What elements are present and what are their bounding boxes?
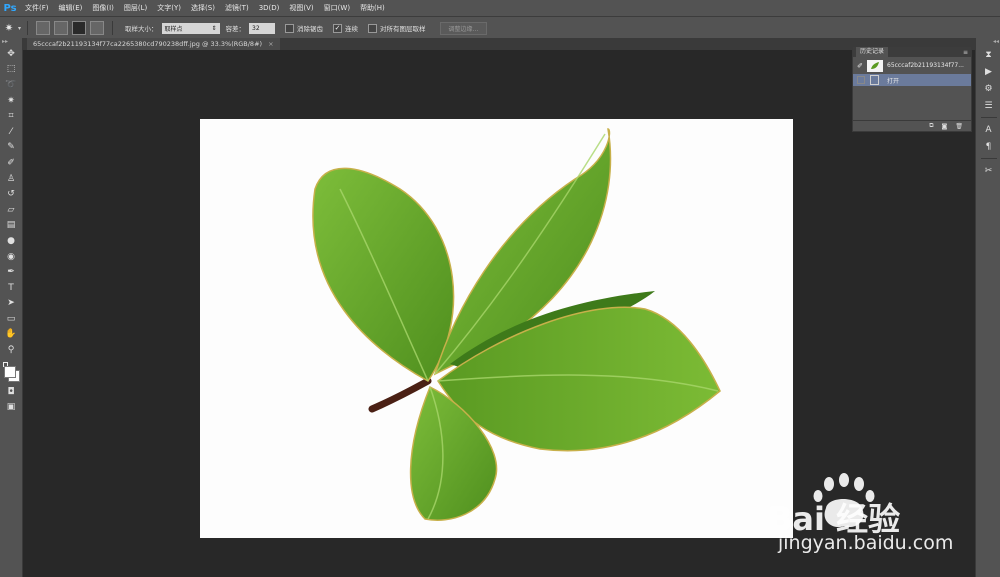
panel-menu-icon[interactable]: ≡ xyxy=(963,49,968,56)
paragraph-panel-icon[interactable]: ¶ xyxy=(976,138,1000,155)
add-to-selection-button[interactable] xyxy=(54,21,69,35)
crop-icon[interactable]: ⌗ xyxy=(0,108,22,124)
magic-wand-icon[interactable]: ✷ xyxy=(0,93,22,109)
sample-all-layers-checkbox[interactable] xyxy=(368,23,378,33)
document-tab-title: 65cccaf2b21193134f77ca2265380cd790238dff… xyxy=(33,40,263,48)
menu-image[interactable]: 图像(I) xyxy=(87,3,119,13)
tolerance-input[interactable]: 32 xyxy=(249,22,276,34)
divider xyxy=(980,117,997,118)
brush-icon[interactable]: ✐ xyxy=(0,155,22,171)
snapshot-label: 65cccaf2b21193134f77... xyxy=(887,62,964,69)
new-document-from-state-icon[interactable]: ⧉ xyxy=(929,122,933,130)
lasso-icon[interactable]: ➰ xyxy=(0,77,22,93)
document-tab[interactable]: 65cccaf2b21193134f77ca2265380cd790238dff… xyxy=(27,38,280,50)
history-panel-footer: ⧉ ◙ 🗑 xyxy=(853,120,971,131)
antialias-label: 消除锯齿 xyxy=(297,25,324,33)
menu-edit[interactable]: 编辑(E) xyxy=(54,3,88,13)
properties-panel-icon[interactable]: ☰ xyxy=(976,97,1000,114)
divider xyxy=(112,21,114,35)
divider xyxy=(27,21,29,35)
history-snapshot-row[interactable]: ✐ 65cccaf2b21193134f77... xyxy=(853,57,971,74)
menu-type[interactable]: 文字(Y) xyxy=(152,3,186,13)
healing-brush-icon[interactable]: ✎ xyxy=(0,140,22,156)
camera-icon[interactable]: ◙ xyxy=(942,123,948,130)
refine-edge-button[interactable]: 调整边缘... xyxy=(439,21,488,35)
color-swatches[interactable] xyxy=(0,361,22,384)
history-step-row[interactable]: 打开 xyxy=(853,74,971,86)
sample-size-label: 取样大小： xyxy=(125,25,158,33)
menu-view[interactable]: 视图(V) xyxy=(284,3,318,13)
watermark-url: jingyan.baidu.com xyxy=(778,532,954,554)
screen-mode-icon[interactable]: ▣ xyxy=(0,399,22,415)
history-panel-icon[interactable]: ⧗ xyxy=(976,46,1000,63)
intersect-selection-button[interactable] xyxy=(90,21,105,35)
tolerance-label: 容差： xyxy=(225,25,246,33)
foreground-color-swatch[interactable] xyxy=(4,365,16,378)
leaf-shape xyxy=(312,167,455,382)
contiguous-label: 连续 xyxy=(345,25,359,33)
stem-shape xyxy=(368,377,432,413)
marquee-icon[interactable]: ⬚ xyxy=(0,62,22,78)
snapshot-thumbnail xyxy=(867,59,883,72)
type-icon[interactable]: T xyxy=(0,280,22,296)
move-icon[interactable]: ✥ xyxy=(0,46,22,62)
subtract-from-selection-button[interactable] xyxy=(72,21,87,35)
gradient-icon[interactable]: ▤ xyxy=(0,218,22,234)
history-panel-header: 历史记录 ≡ xyxy=(853,47,971,57)
new-selection-button[interactable] xyxy=(36,21,51,35)
close-icon[interactable]: × xyxy=(268,40,273,48)
tool-preset-dropdown-icon[interactable]: ▾ xyxy=(18,25,21,32)
history-brush-source-icon[interactable]: ✐ xyxy=(853,62,867,70)
path-selection-icon[interactable]: ➤ xyxy=(0,296,22,312)
photoshop-logo: Ps xyxy=(3,2,17,14)
history-panel: 历史记录 ≡ ✐ 65cccaf2b21193134f77... 打开 ⧉ ◙ … xyxy=(852,46,972,132)
chevron-down-icon: ⇕ xyxy=(211,24,217,32)
menu-window[interactable]: 窗口(W) xyxy=(319,3,355,13)
leaves-photo xyxy=(312,128,721,521)
zoom-icon[interactable]: ⚲ xyxy=(0,342,22,358)
sample-size-value: 取样点 xyxy=(164,25,183,33)
blur-icon[interactable]: ● xyxy=(0,233,22,249)
clone-stamp-icon[interactable]: ♙ xyxy=(0,171,22,187)
hand-icon[interactable]: ✋ xyxy=(0,327,22,343)
character-panel-icon[interactable]: A xyxy=(976,121,1000,138)
magic-wand-icon[interactable]: ✷ xyxy=(0,20,18,36)
tools-panel: ▸▸ ✥ ⬚ ➰ ✷ ⌗ ⁄ ✎ ✐ ♙ ↺ ▱ ▤ ● ◉ ✒ T ➤ ▭ ✋… xyxy=(0,38,23,577)
menu-3d[interactable]: 3D(D) xyxy=(254,4,285,12)
tool-presets-panel-icon[interactable]: ✂ xyxy=(976,162,1000,179)
history-source-checkbox[interactable] xyxy=(857,76,865,84)
pen-icon[interactable]: ✒ xyxy=(0,264,22,280)
history-step-label: 打开 xyxy=(887,77,900,85)
dodge-icon[interactable]: ◉ xyxy=(0,249,22,265)
collapse-icon[interactable]: ◂◂ xyxy=(976,38,1000,46)
divider xyxy=(980,158,997,159)
sample-all-layers-label: 对所有图层取样 xyxy=(380,25,426,33)
history-panel-title[interactable]: 历史记录 xyxy=(856,47,889,57)
antialias-checkbox[interactable] xyxy=(285,23,295,33)
menu-select[interactable]: 选择(S) xyxy=(186,3,220,13)
actions-panel-icon[interactable]: ▶ xyxy=(976,63,1000,80)
contiguous-checkbox[interactable]: ✓ xyxy=(333,23,343,33)
document-tab-bar: 65cccaf2b21193134f77ca2265380cd790238dff… xyxy=(23,38,975,50)
open-document-icon xyxy=(870,75,879,85)
menu-file[interactable]: 文件(F) xyxy=(20,3,54,13)
menu-layer[interactable]: 图层(L) xyxy=(119,3,152,13)
menu-help[interactable]: 帮助(H) xyxy=(355,3,390,13)
quick-mask-icon[interactable]: ◘ xyxy=(0,384,22,400)
eyedropper-icon[interactable]: ⁄ xyxy=(0,124,22,140)
menu-bar: Ps 文件(F) 编辑(E) 图像(I) 图层(L) 文字(Y) 选择(S) 滤… xyxy=(0,0,1000,16)
collapse-icon[interactable]: ▸▸ xyxy=(0,38,22,46)
options-bar: ✷ ▾ 取样大小： 取样点 ⇕ 容差： 32 消除锯齿 ✓ 连续 对所有图层取样… xyxy=(0,16,1000,39)
history-brush-icon[interactable]: ↺ xyxy=(0,186,22,202)
shape-icon[interactable]: ▭ xyxy=(0,311,22,327)
leaf-thumbnail-icon xyxy=(871,61,879,69)
baidu-jingyan-watermark: Bai 经验 jingyan.baidu.com xyxy=(766,470,996,570)
sample-size-select[interactable]: 取样点 ⇕ xyxy=(161,22,220,34)
eraser-icon[interactable]: ▱ xyxy=(0,202,22,218)
adjustments-panel-icon[interactable]: ⚙ xyxy=(976,80,1000,97)
trash-icon[interactable]: 🗑 xyxy=(955,123,963,130)
menu-filter[interactable]: 滤镜(T) xyxy=(220,3,254,13)
document-image[interactable] xyxy=(200,119,793,538)
